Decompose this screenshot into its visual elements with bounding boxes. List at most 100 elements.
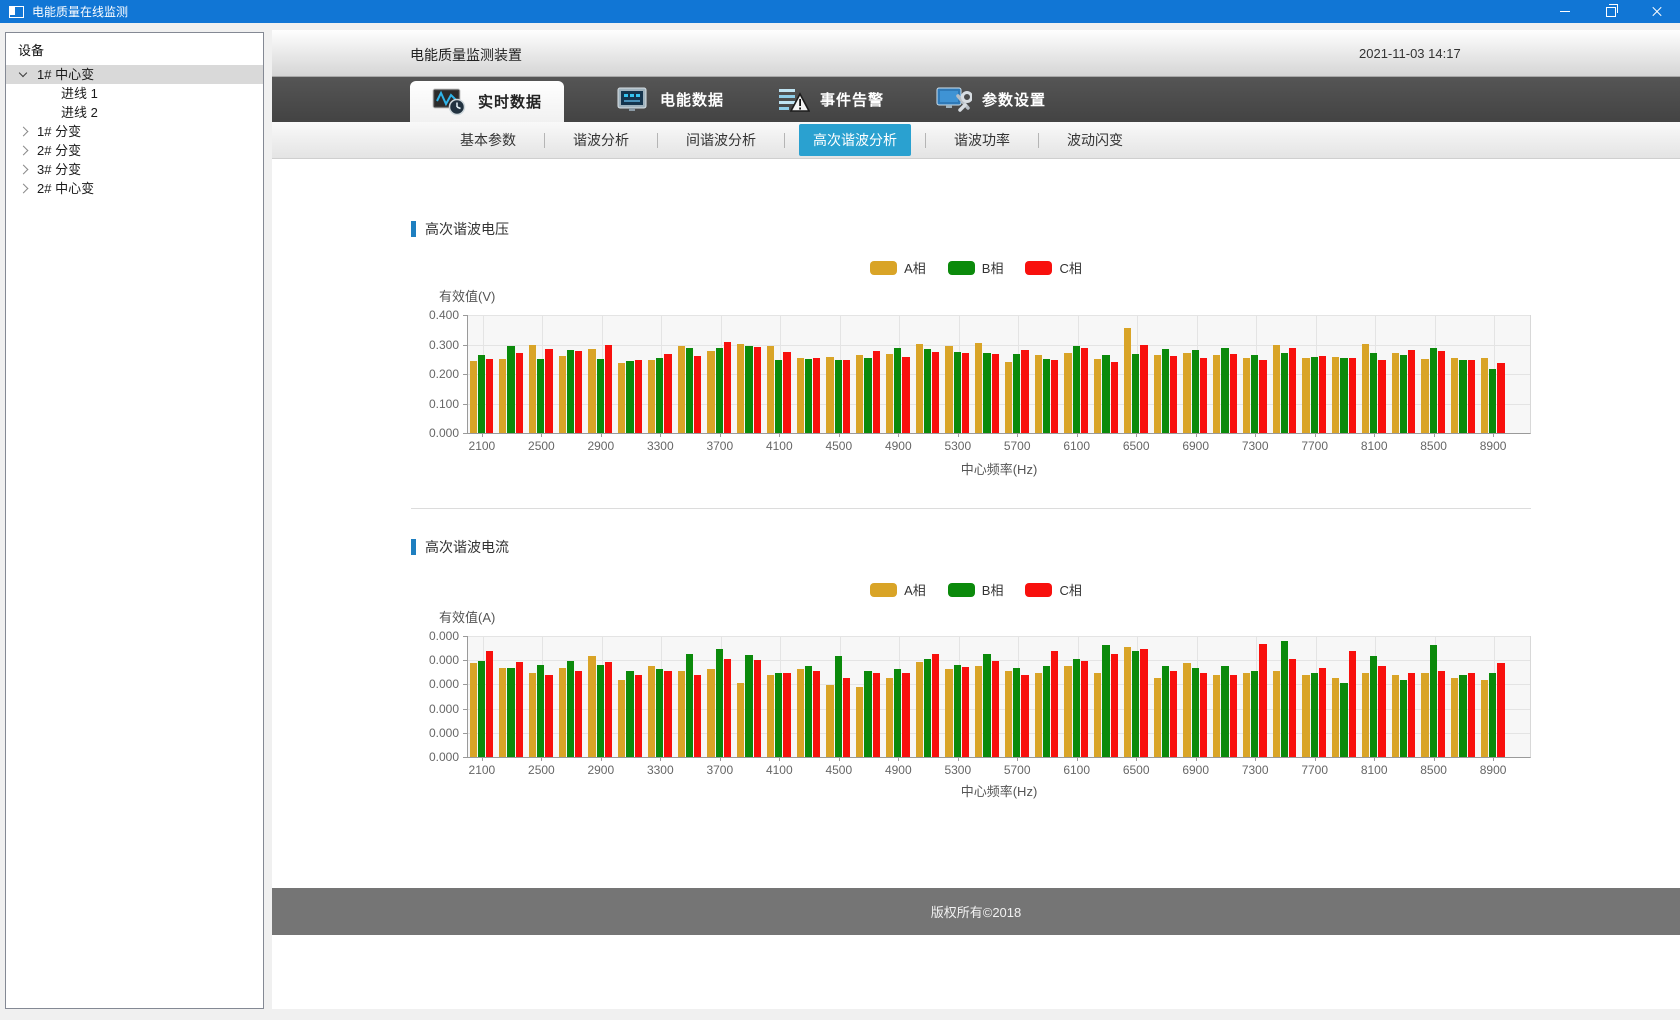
bar-C相-4100 (783, 673, 790, 757)
tab-settings[interactable]: 参数设置 (914, 77, 1068, 122)
bar-A相-3500 (678, 671, 685, 757)
x-tick-mark (1196, 433, 1197, 437)
x-tick-label: 4100 (766, 763, 793, 777)
subtab-harmonic-power[interactable]: 谐波功率 (940, 124, 1024, 156)
phase-b-swatch (948, 261, 975, 275)
tab-realtime-data[interactable]: 实时数据 (410, 81, 564, 122)
bar-B相-7700 (1311, 673, 1318, 757)
tree-item-3-sub[interactable]: 3# 分变 (6, 160, 263, 179)
bar-A相-7500 (1273, 671, 1280, 757)
bar-B相-3900 (745, 346, 752, 433)
bar-A相-2500 (529, 673, 536, 757)
tree-item-incoming-2[interactable]: 进线 2 (6, 103, 263, 122)
x-tick-mark (1017, 433, 1018, 437)
bar-B相-3900 (745, 655, 752, 757)
legend-item-phase-b[interactable]: B相 (948, 580, 1004, 599)
chevron-right-icon[interactable] (19, 127, 29, 137)
bar-C相-5100 (932, 654, 939, 757)
close-button[interactable] (1634, 0, 1680, 23)
bar-B相-5100 (924, 659, 931, 757)
bar-B相-7100 (1221, 348, 1228, 433)
bar-A相-3100 (618, 363, 625, 433)
bar-C相-2500 (545, 349, 552, 433)
realtime-data-icon (432, 88, 468, 116)
chevron-right-icon[interactable] (19, 184, 29, 194)
x-tick-label: 8900 (1480, 763, 1507, 777)
bar-A相-2900 (588, 349, 595, 433)
bar-A相-5100 (916, 344, 923, 433)
x-tick-label: 8100 (1361, 763, 1388, 777)
bar-B相-2900 (597, 665, 604, 757)
tree-item-2-sub[interactable]: 2# 分变 (6, 141, 263, 160)
bar-C相-7900 (1349, 358, 1356, 433)
legend-item-phase-c[interactable]: C相 (1025, 580, 1081, 599)
bar-A相-6100 (1064, 666, 1071, 757)
bar-A相-6700 (1154, 355, 1161, 433)
tab-energy-data[interactable]: 电能数据 (594, 77, 746, 122)
legend-item-phase-a[interactable]: A相 (870, 580, 926, 599)
x-tick-mark (720, 433, 721, 437)
y-tick-mark (463, 709, 467, 710)
legend-item-phase-c[interactable]: C相 (1025, 258, 1081, 277)
bar-C相-5900 (1051, 651, 1058, 757)
bar-C相-4300 (813, 671, 820, 757)
legend-item-phase-a[interactable]: A相 (870, 258, 926, 277)
tree-item-incoming-1[interactable]: 进线 1 (6, 84, 263, 103)
bar-C相-6700 (1170, 356, 1177, 433)
restore-button[interactable] (1588, 0, 1634, 23)
bar-C相-4500 (843, 678, 850, 757)
tree-item-1-sub[interactable]: 1# 分变 (6, 122, 263, 141)
bar-B相-8300 (1400, 355, 1407, 433)
minimize-button[interactable] (1542, 0, 1588, 23)
y-tick-mark (463, 433, 467, 434)
bar-C相-8700 (1468, 360, 1475, 433)
subtab-harmonic-analysis[interactable]: 谐波分析 (559, 124, 643, 156)
legend-item-phase-b[interactable]: B相 (948, 258, 1004, 277)
y-tick-mark (463, 345, 467, 346)
tree-item-2-center[interactable]: 2# 中心变 (6, 179, 263, 198)
subtab-fluctuation-flicker[interactable]: 波动闪变 (1053, 124, 1137, 156)
x-tick-label: 3700 (706, 439, 733, 453)
bar-A相-6900 (1183, 353, 1190, 433)
bar-C相-3100 (635, 675, 642, 757)
y-tick-label: 0.000 (403, 629, 459, 643)
subtab-separator (784, 133, 785, 148)
chevron-right-icon[interactable] (19, 165, 29, 175)
bar-B相-7100 (1221, 666, 1228, 757)
chevron-right-icon[interactable] (19, 146, 29, 156)
bar-A相-4100 (767, 675, 774, 757)
bar-A相-6300 (1094, 673, 1101, 757)
device-tree-panel: 设备 1# 中心变 进线 1 进线 2 1# 分变 2# 分变 3# 分变 2#… (5, 32, 264, 1009)
bar-B相-6700 (1162, 349, 1169, 433)
bar-A相-3100 (618, 680, 625, 757)
x-tick-label: 6100 (1063, 763, 1090, 777)
subtab-interharmonic-analysis[interactable]: 间谐波分析 (672, 124, 770, 156)
tree-item-1-center[interactable]: 1# 中心变 (6, 65, 263, 84)
tab-event-alarm[interactable]: 事件告警 (754, 77, 906, 122)
x-tick-mark (1315, 433, 1316, 437)
phase-c-swatch (1025, 583, 1052, 597)
gridline (468, 636, 1530, 637)
bar-B相-5500 (983, 353, 990, 433)
bar-B相-6500 (1132, 651, 1139, 757)
x-tick-label: 8500 (1420, 763, 1447, 777)
bar-B相-4900 (894, 348, 901, 433)
chevron-down-icon[interactable] (19, 69, 27, 77)
subtab-high-order-harmonic[interactable]: 高次谐波分析 (799, 124, 911, 156)
x-tick-mark (839, 757, 840, 761)
x-tick-mark (1077, 757, 1078, 761)
app-icon (9, 6, 24, 18)
main-area: 电能质量监测装置 2021-11-03 14:17 实时数据 (272, 30, 1680, 1009)
bar-A相-4900 (886, 678, 893, 757)
bar-C相-6500 (1140, 649, 1147, 757)
y-tick-mark (463, 733, 467, 734)
bar-A相-6900 (1183, 663, 1190, 757)
bar-C相-7100 (1230, 675, 1237, 757)
subtab-basic-params[interactable]: 基本参数 (446, 124, 530, 156)
bar-A相-5100 (916, 662, 923, 757)
bar-A相-4100 (767, 346, 774, 433)
phase-c-swatch (1025, 261, 1052, 275)
bar-B相-4700 (864, 671, 871, 757)
bar-C相-7100 (1230, 354, 1237, 433)
x-tick-mark (482, 757, 483, 761)
